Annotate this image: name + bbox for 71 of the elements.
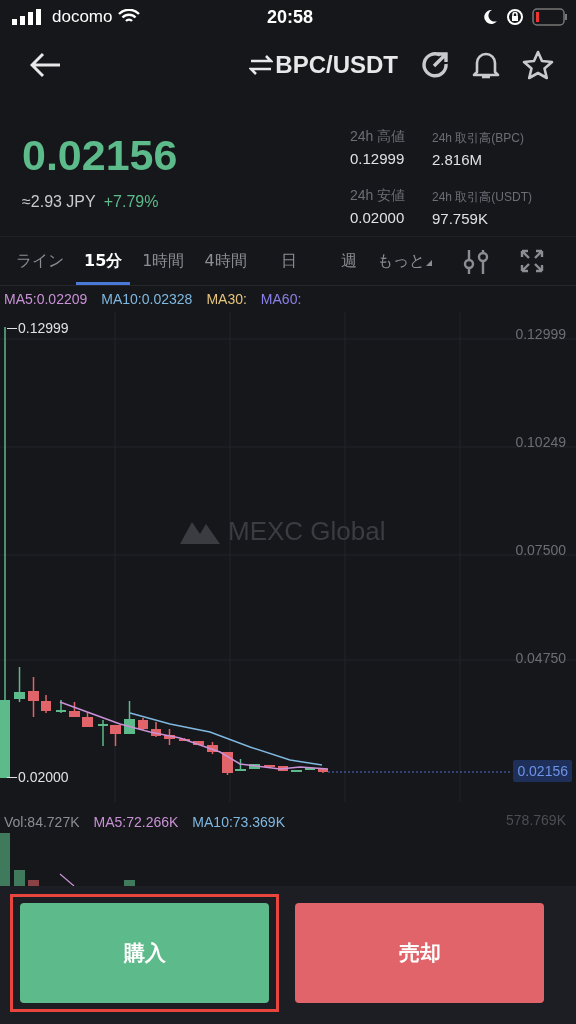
candle (318, 767, 328, 774)
interval-tab[interactable]: もっと (368, 237, 440, 285)
candle (179, 737, 190, 742)
interval-tab[interactable]: 日 (272, 237, 305, 285)
candle (82, 711, 93, 728)
rotation-lock-icon (506, 8, 524, 26)
candle (264, 764, 275, 769)
volume-legend-label: MA5:72.266K (93, 814, 179, 830)
y-axis-label: 0.07500 (515, 542, 566, 558)
fiat-price: ≈2.93 JPY (22, 193, 96, 212)
candle (151, 721, 161, 738)
star-icon[interactable] (522, 50, 554, 80)
stat-value: 0.02000 (350, 209, 406, 226)
y-axis-label: 0.04750 (515, 650, 566, 666)
interval-tab[interactable]: 4時間 (196, 237, 255, 285)
candle (110, 724, 121, 747)
y-axis-label: 0.10249 (515, 434, 566, 450)
battery-icon (532, 8, 568, 26)
share-icon[interactable] (420, 50, 450, 80)
candle (222, 751, 233, 776)
stat-label: 24h 取引高(USDT) (432, 189, 533, 206)
stat-label: 24h 高値 (350, 128, 407, 146)
pair-selector[interactable]: BPC/USDT (249, 51, 398, 79)
y-axis-label: 0.12999 (515, 326, 566, 342)
sell-button[interactable]: 売却 (295, 903, 544, 1003)
interval-tab[interactable]: 15分 (76, 237, 131, 285)
stat-label: 24h 安値 (350, 187, 407, 205)
volume-bar (14, 870, 25, 886)
stat-value: 0.12999 (350, 150, 406, 167)
candle (305, 767, 315, 771)
ma-legend-label: MA10:0.02328 (101, 291, 193, 307)
swap-icon (249, 54, 274, 76)
volume-legend-label: MA10:73.369K (192, 814, 285, 830)
last-price: 0.02156 (22, 132, 178, 180)
candle (164, 728, 175, 746)
candle (41, 694, 51, 714)
interval-tab[interactable]: 1時間 (134, 237, 193, 285)
candle (235, 758, 246, 772)
stat-value: 97.759K (432, 210, 489, 227)
bell-icon[interactable] (472, 50, 500, 80)
candle (124, 700, 135, 735)
candle (98, 719, 108, 747)
ma-legend-label: MA30: (206, 291, 247, 307)
candle (138, 717, 148, 731)
candle (249, 763, 260, 770)
price-change: +7.79% (103, 193, 159, 212)
candle (193, 740, 204, 746)
volume-legend-label: Vol:84.727K (4, 814, 80, 830)
last-price-label: 0.02156 (513, 760, 572, 782)
ma-legend-label: MA60: (260, 291, 302, 307)
volume-bar (28, 880, 39, 886)
moon-icon (482, 9, 498, 25)
candle (278, 765, 288, 772)
candle (56, 699, 66, 714)
candle (28, 676, 39, 718)
stat-value: 2.816M (432, 151, 484, 168)
volume-axis-label: 578.769K (506, 812, 566, 828)
candle (14, 666, 25, 703)
candle (291, 769, 302, 773)
candle (69, 701, 80, 718)
moving-average-line (59, 873, 75, 886)
interval-tab[interactable]: 週 (332, 237, 365, 285)
interval-tab[interactable]: ライン (16, 237, 72, 285)
carrier-name: docomo (52, 7, 113, 27)
volume-bar (124, 880, 135, 886)
candle (207, 741, 218, 755)
stat-label: 24h 取引高(BPC) (432, 130, 526, 147)
ma-legend-label: MA5:0.02209 (4, 291, 88, 307)
clock-time: 20:58 (266, 6, 313, 28)
back-button[interactable] (30, 52, 62, 78)
volume-bar (0, 833, 10, 886)
